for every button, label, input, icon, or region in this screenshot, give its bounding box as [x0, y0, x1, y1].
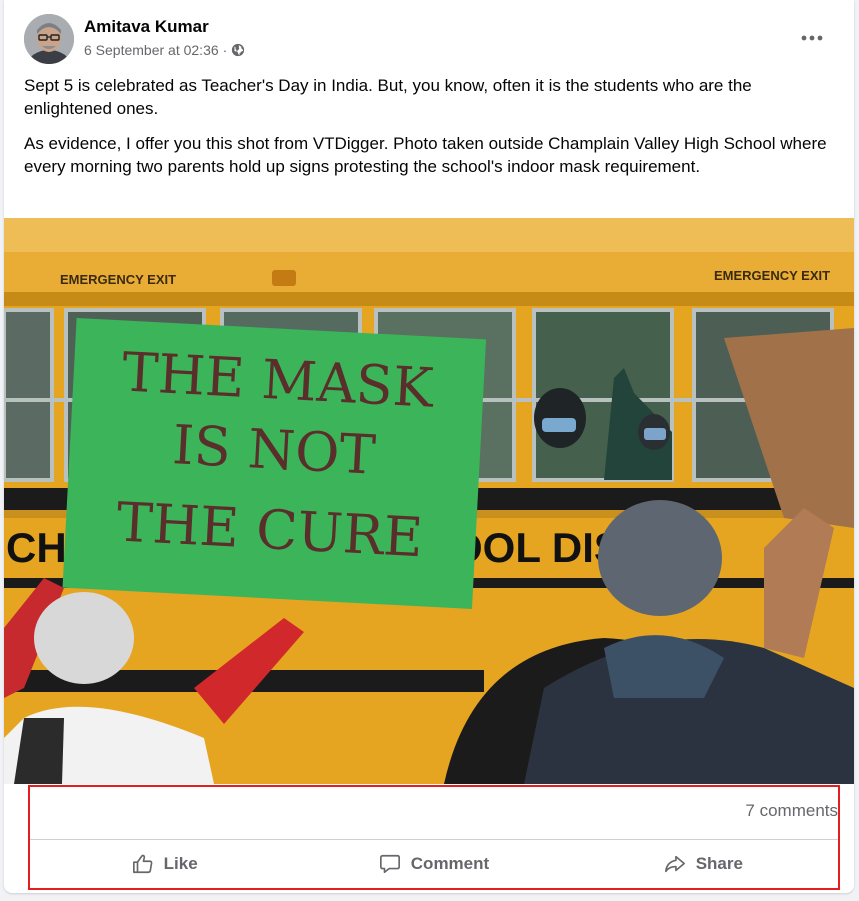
- comment-label: Comment: [410, 854, 490, 873]
- footer-divider: [30, 839, 838, 840]
- author-name[interactable]: Amitava Kumar: [84, 17, 209, 37]
- comment-bubble-icon: [379, 854, 400, 874]
- meta-separator: ·: [222, 42, 228, 58]
- post-card: Amitava Kumar 6 September at 02:36 · Sep…: [4, 0, 854, 893]
- post-meta: 6 September at 02:36 ·: [84, 42, 245, 58]
- more-dots-icon: [801, 35, 823, 41]
- globe-icon: [232, 43, 245, 57]
- share-button[interactable]: Share: [569, 841, 838, 887]
- post-photo[interactable]: EMERGENCY EXIT EMERGENCY EXIT CHA OOL DI…: [4, 218, 854, 784]
- sign-line-2: IS NOT: [171, 413, 377, 487]
- avatar-image: [24, 14, 74, 64]
- thumbs-up-icon: [132, 854, 153, 874]
- comment-button[interactable]: Comment: [299, 841, 568, 887]
- bus-label-left: EMERGENCY EXIT: [60, 272, 176, 287]
- like-label: Like: [163, 854, 198, 873]
- more-options-button[interactable]: [794, 20, 830, 56]
- author-avatar[interactable]: [24, 14, 74, 64]
- share-label: Share: [695, 854, 743, 873]
- share-arrow-icon: [664, 855, 685, 873]
- photo-scene: EMERGENCY EXIT EMERGENCY EXIT CHA OOL DI…: [4, 218, 854, 784]
- post-footer-highlight: 7 comments Like Comment Share: [28, 785, 840, 890]
- post-body: Sept 5 is celebrated as Teacher's Day in…: [24, 74, 834, 190]
- post-action-bar: Like Comment Share: [30, 841, 838, 887]
- post-timestamp[interactable]: 6 September at 02:36: [84, 42, 219, 58]
- like-button[interactable]: Like: [30, 841, 299, 887]
- post-paragraph: As evidence, I offer you this shot from …: [24, 134, 827, 176]
- post-header: Amitava Kumar 6 September at 02:36 ·: [24, 14, 834, 64]
- post-paragraph: Sept 5 is celebrated as Teacher's Day in…: [24, 76, 752, 118]
- comments-count-link[interactable]: 7 comments: [745, 801, 838, 821]
- bus-label-right: EMERGENCY EXIT: [714, 268, 830, 283]
